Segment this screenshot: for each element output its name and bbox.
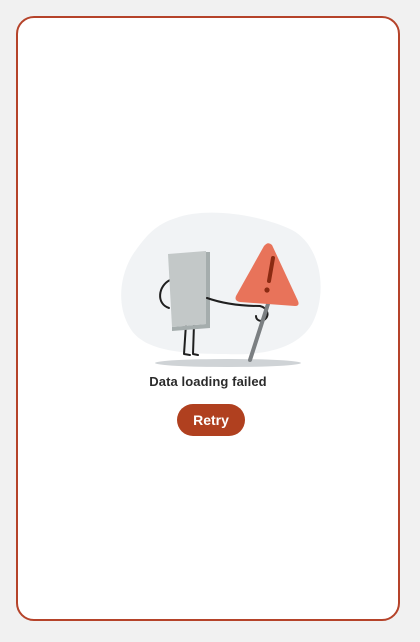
retry-button[interactable]: Retry: [177, 404, 245, 436]
error-message: Data loading failed: [149, 374, 267, 389]
illustration-background-blob: [121, 212, 321, 355]
data-error-illustration: [121, 212, 321, 367]
error-card: Data loading failed Retry: [16, 16, 400, 621]
exclamation-mark-dot: [264, 287, 270, 293]
ground-shadow: [155, 359, 301, 367]
document-character-body: [168, 251, 206, 327]
